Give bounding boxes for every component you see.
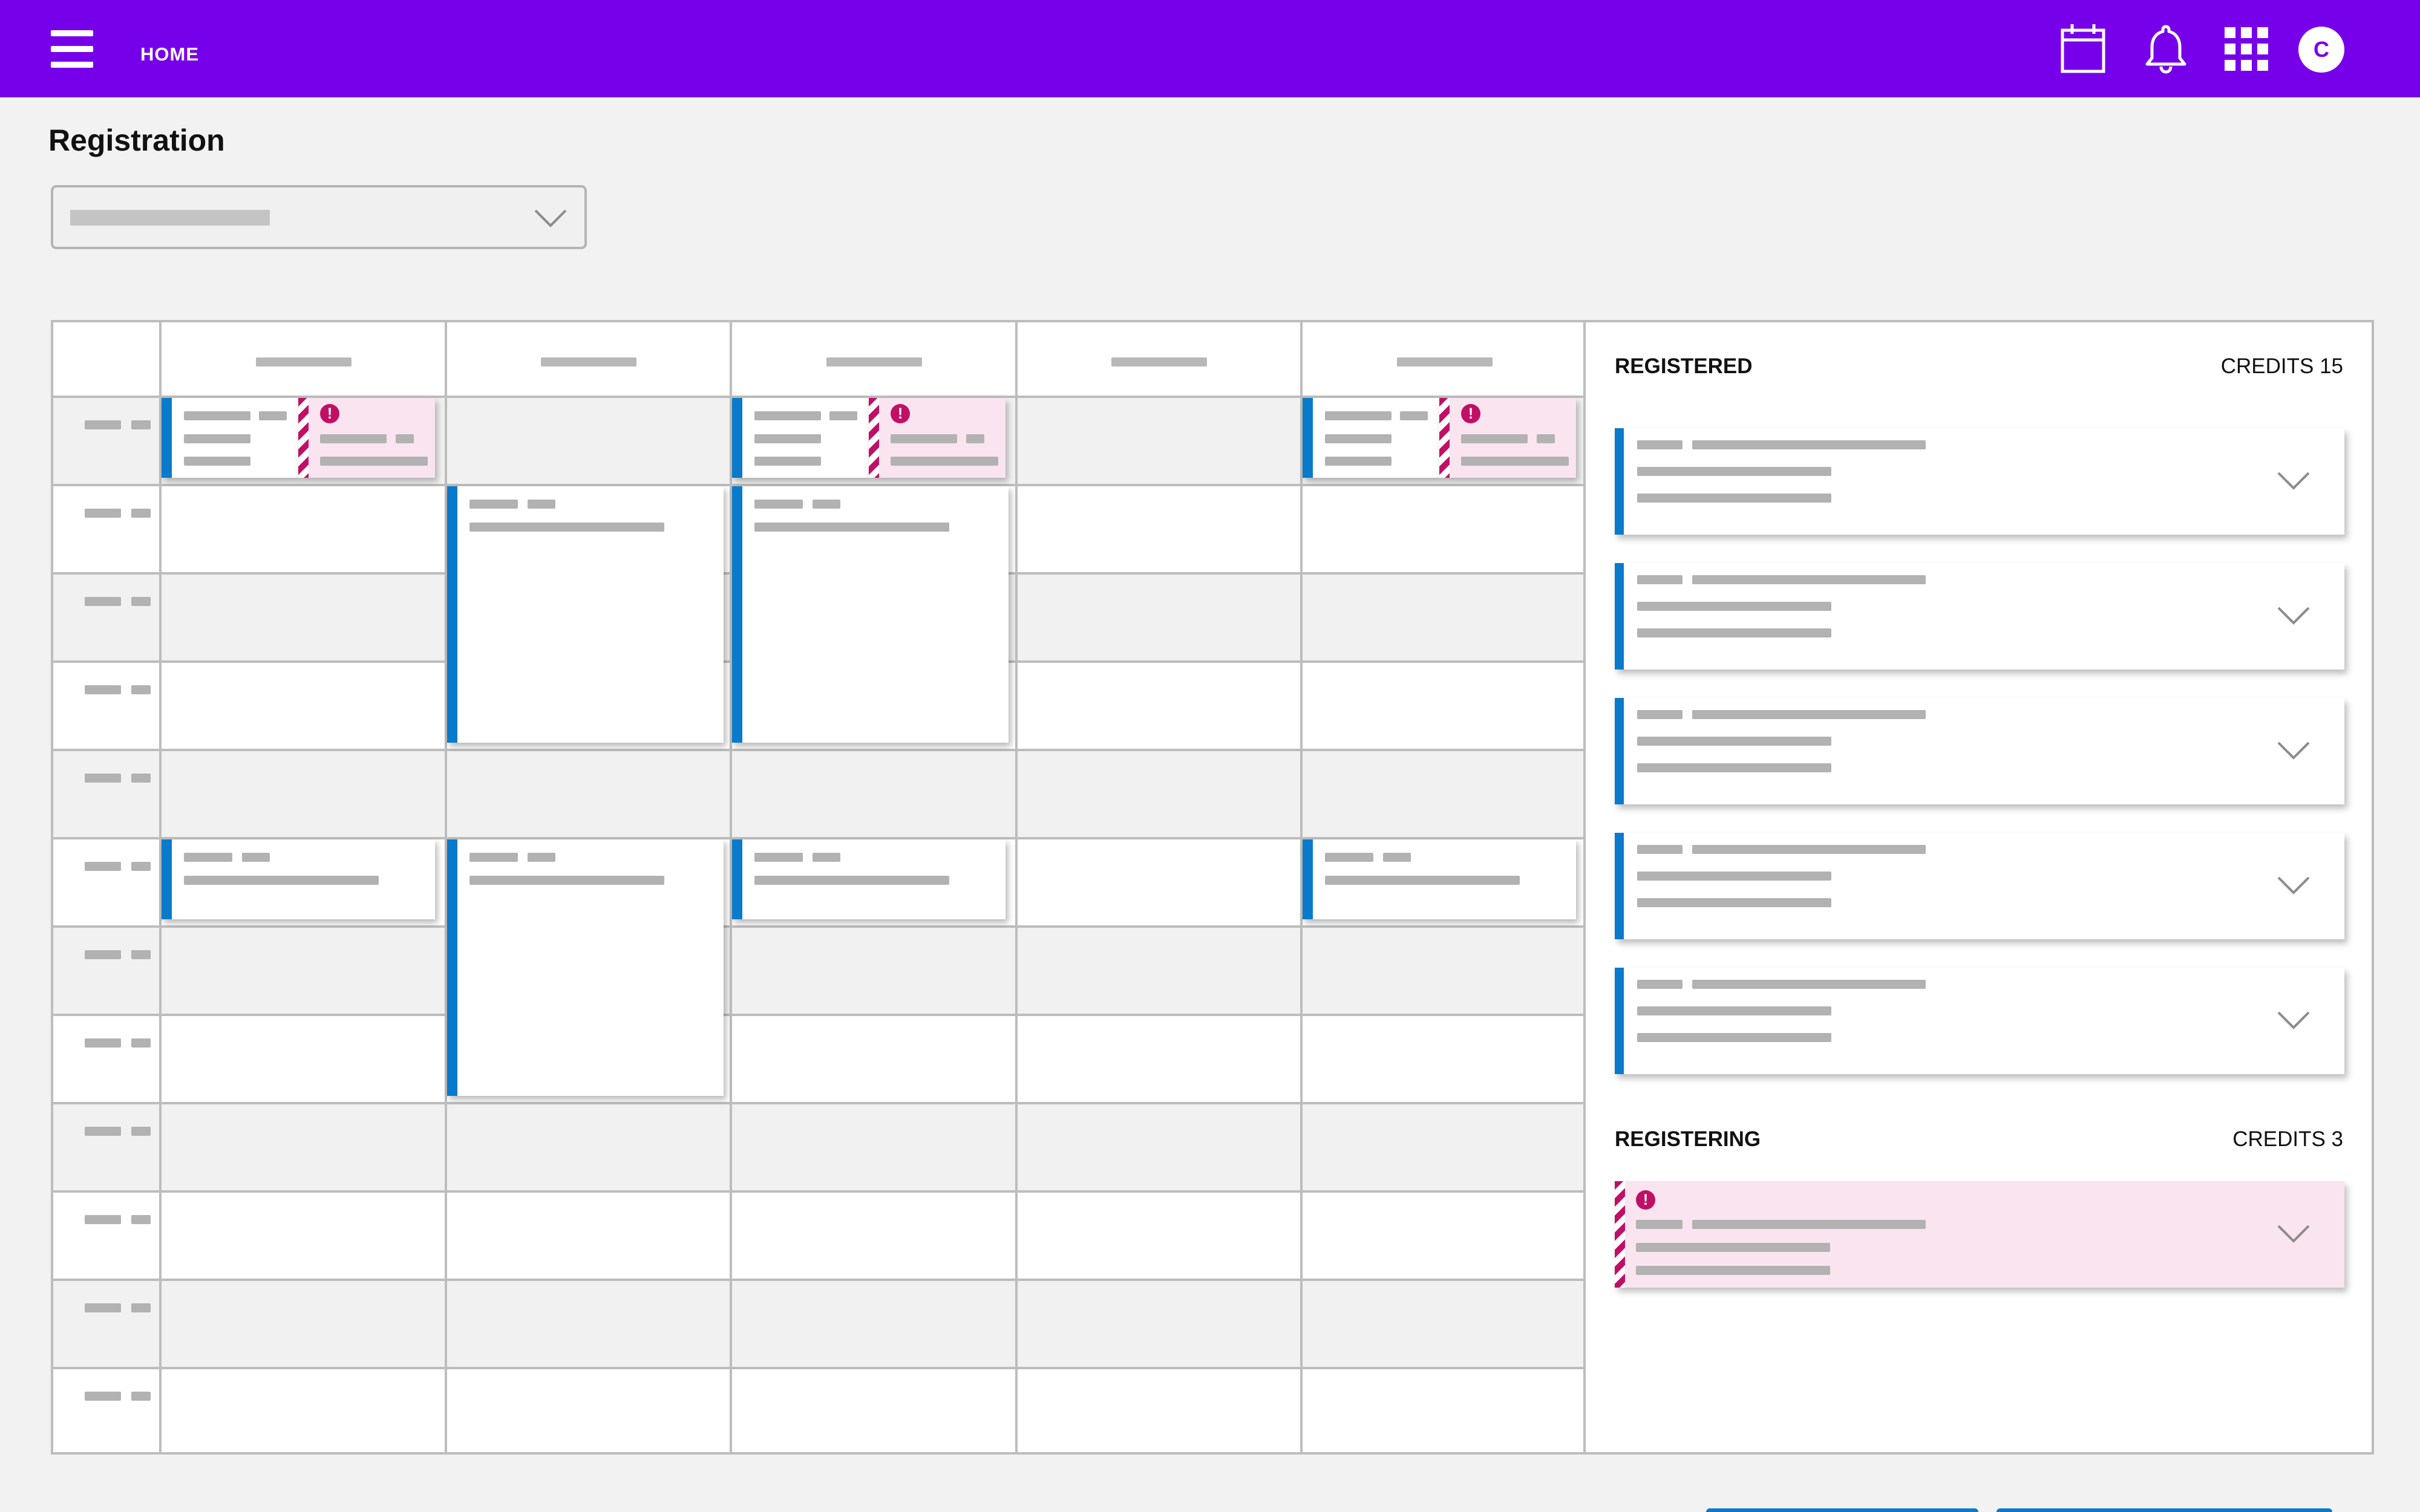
calendar-icon[interactable] xyxy=(2058,23,2110,75)
registered-course-card[interactable] xyxy=(1615,833,2344,939)
conflict-block[interactable]: ! xyxy=(869,398,1006,478)
registration-summary-panel: REGISTERED CREDITS 15 REGISTERING CREDIT… xyxy=(1583,322,2372,1452)
chevron-down-icon[interactable] xyxy=(2277,1010,2310,1031)
course-block[interactable] xyxy=(447,486,724,743)
chevron-down-icon xyxy=(534,209,567,227)
schedule-panel: ! ! ! REGISTERED CREDITS 15 REGISTERING … xyxy=(51,320,2374,1455)
registered-credits: CREDITS 15 xyxy=(2220,354,2343,378)
registered-title: REGISTERED xyxy=(1615,354,1753,378)
course-block[interactable] xyxy=(447,839,724,1096)
weekly-schedule-grid: ! ! ! xyxy=(53,322,1586,1452)
registered-course-card[interactable] xyxy=(1615,968,2344,1074)
chevron-down-icon[interactable] xyxy=(2277,740,2310,761)
day-header xyxy=(826,357,922,367)
chevron-down-icon[interactable] xyxy=(2277,471,2310,491)
course-block[interactable] xyxy=(162,839,435,919)
secondary-action-button[interactable] xyxy=(1996,1508,2332,1512)
course-block[interactable] xyxy=(1303,839,1576,919)
avatar[interactable]: C xyxy=(2298,27,2344,73)
course-block[interactable] xyxy=(162,398,298,478)
menu-icon[interactable] xyxy=(51,28,93,70)
top-app-bar: HOME C xyxy=(0,0,2420,97)
registering-title: REGISTERING xyxy=(1615,1127,1761,1151)
day-header xyxy=(1397,357,1493,367)
apps-grid-icon[interactable] xyxy=(2220,23,2272,75)
term-select[interactable] xyxy=(51,185,587,249)
registering-credits: CREDITS 3 xyxy=(2232,1127,2343,1151)
course-block[interactable] xyxy=(732,486,1009,743)
registered-course-card[interactable] xyxy=(1615,428,2344,535)
conflict-block[interactable]: ! xyxy=(1439,398,1576,478)
chevron-down-icon[interactable] xyxy=(2277,605,2310,626)
alert-icon: ! xyxy=(1636,1190,1655,1210)
day-header xyxy=(256,357,352,367)
alert-icon: ! xyxy=(1461,404,1480,423)
term-select-value xyxy=(70,210,270,226)
registering-course-card[interactable]: ! xyxy=(1615,1181,2344,1288)
registered-course-card[interactable] xyxy=(1615,563,2344,670)
alert-icon: ! xyxy=(320,404,339,423)
course-block[interactable] xyxy=(732,398,869,478)
course-block[interactable] xyxy=(1303,398,1439,478)
course-block[interactable] xyxy=(732,839,1006,919)
primary-action-button[interactable] xyxy=(1706,1508,1978,1512)
bell-icon[interactable] xyxy=(2140,23,2192,75)
page-title: Registration xyxy=(48,123,225,157)
alert-icon: ! xyxy=(891,404,910,423)
day-header xyxy=(541,357,636,367)
chevron-down-icon[interactable] xyxy=(2277,1224,2310,1244)
home-link[interactable]: HOME xyxy=(140,44,199,65)
conflict-block[interactable]: ! xyxy=(298,398,435,478)
registered-course-card[interactable] xyxy=(1615,698,2344,804)
chevron-down-icon[interactable] xyxy=(2277,875,2310,896)
day-header xyxy=(1111,357,1207,367)
